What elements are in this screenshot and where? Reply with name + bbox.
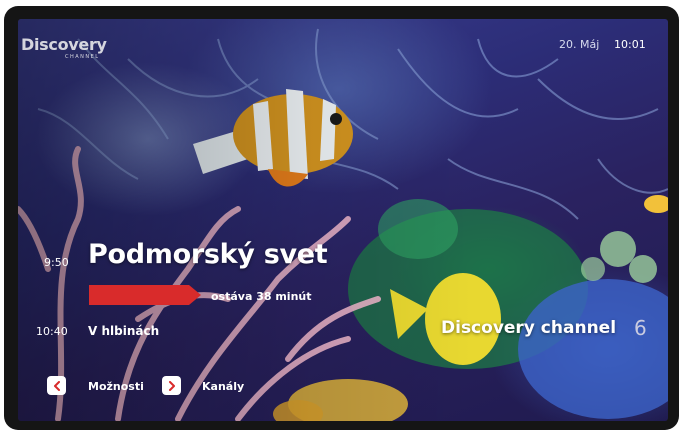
clock-display: 10:01 — [614, 38, 646, 51]
legibility-gradient — [18, 19, 668, 421]
next-program-title: V hlbinách — [88, 324, 160, 338]
channel-name: Discovery channel — [441, 318, 617, 338]
tv-screen — [18, 19, 668, 421]
logo-subtext: CHANNEL — [65, 54, 100, 60]
options-label[interactable]: Možnosti — [88, 380, 144, 393]
time-remaining-label: ostáva 38 minút — [211, 290, 312, 303]
channel-number: 6 — [634, 316, 647, 340]
options-button[interactable] — [47, 376, 66, 395]
date-display: 20. Máj — [559, 38, 600, 51]
chevron-right-icon — [168, 380, 175, 391]
next-start-time: 10:40 — [36, 325, 68, 338]
program-progress-bar — [89, 285, 201, 305]
logo-text: Discovery — [21, 35, 107, 54]
channels-button[interactable] — [162, 376, 181, 395]
chevron-left-icon — [53, 380, 60, 391]
channel-logo: Discovery CHANNEL — [21, 35, 107, 60]
channels-label[interactable]: Kanály — [202, 380, 244, 393]
now-start-time: 9:50 — [44, 256, 69, 269]
now-program-title: Podmorský svet — [88, 239, 328, 270]
